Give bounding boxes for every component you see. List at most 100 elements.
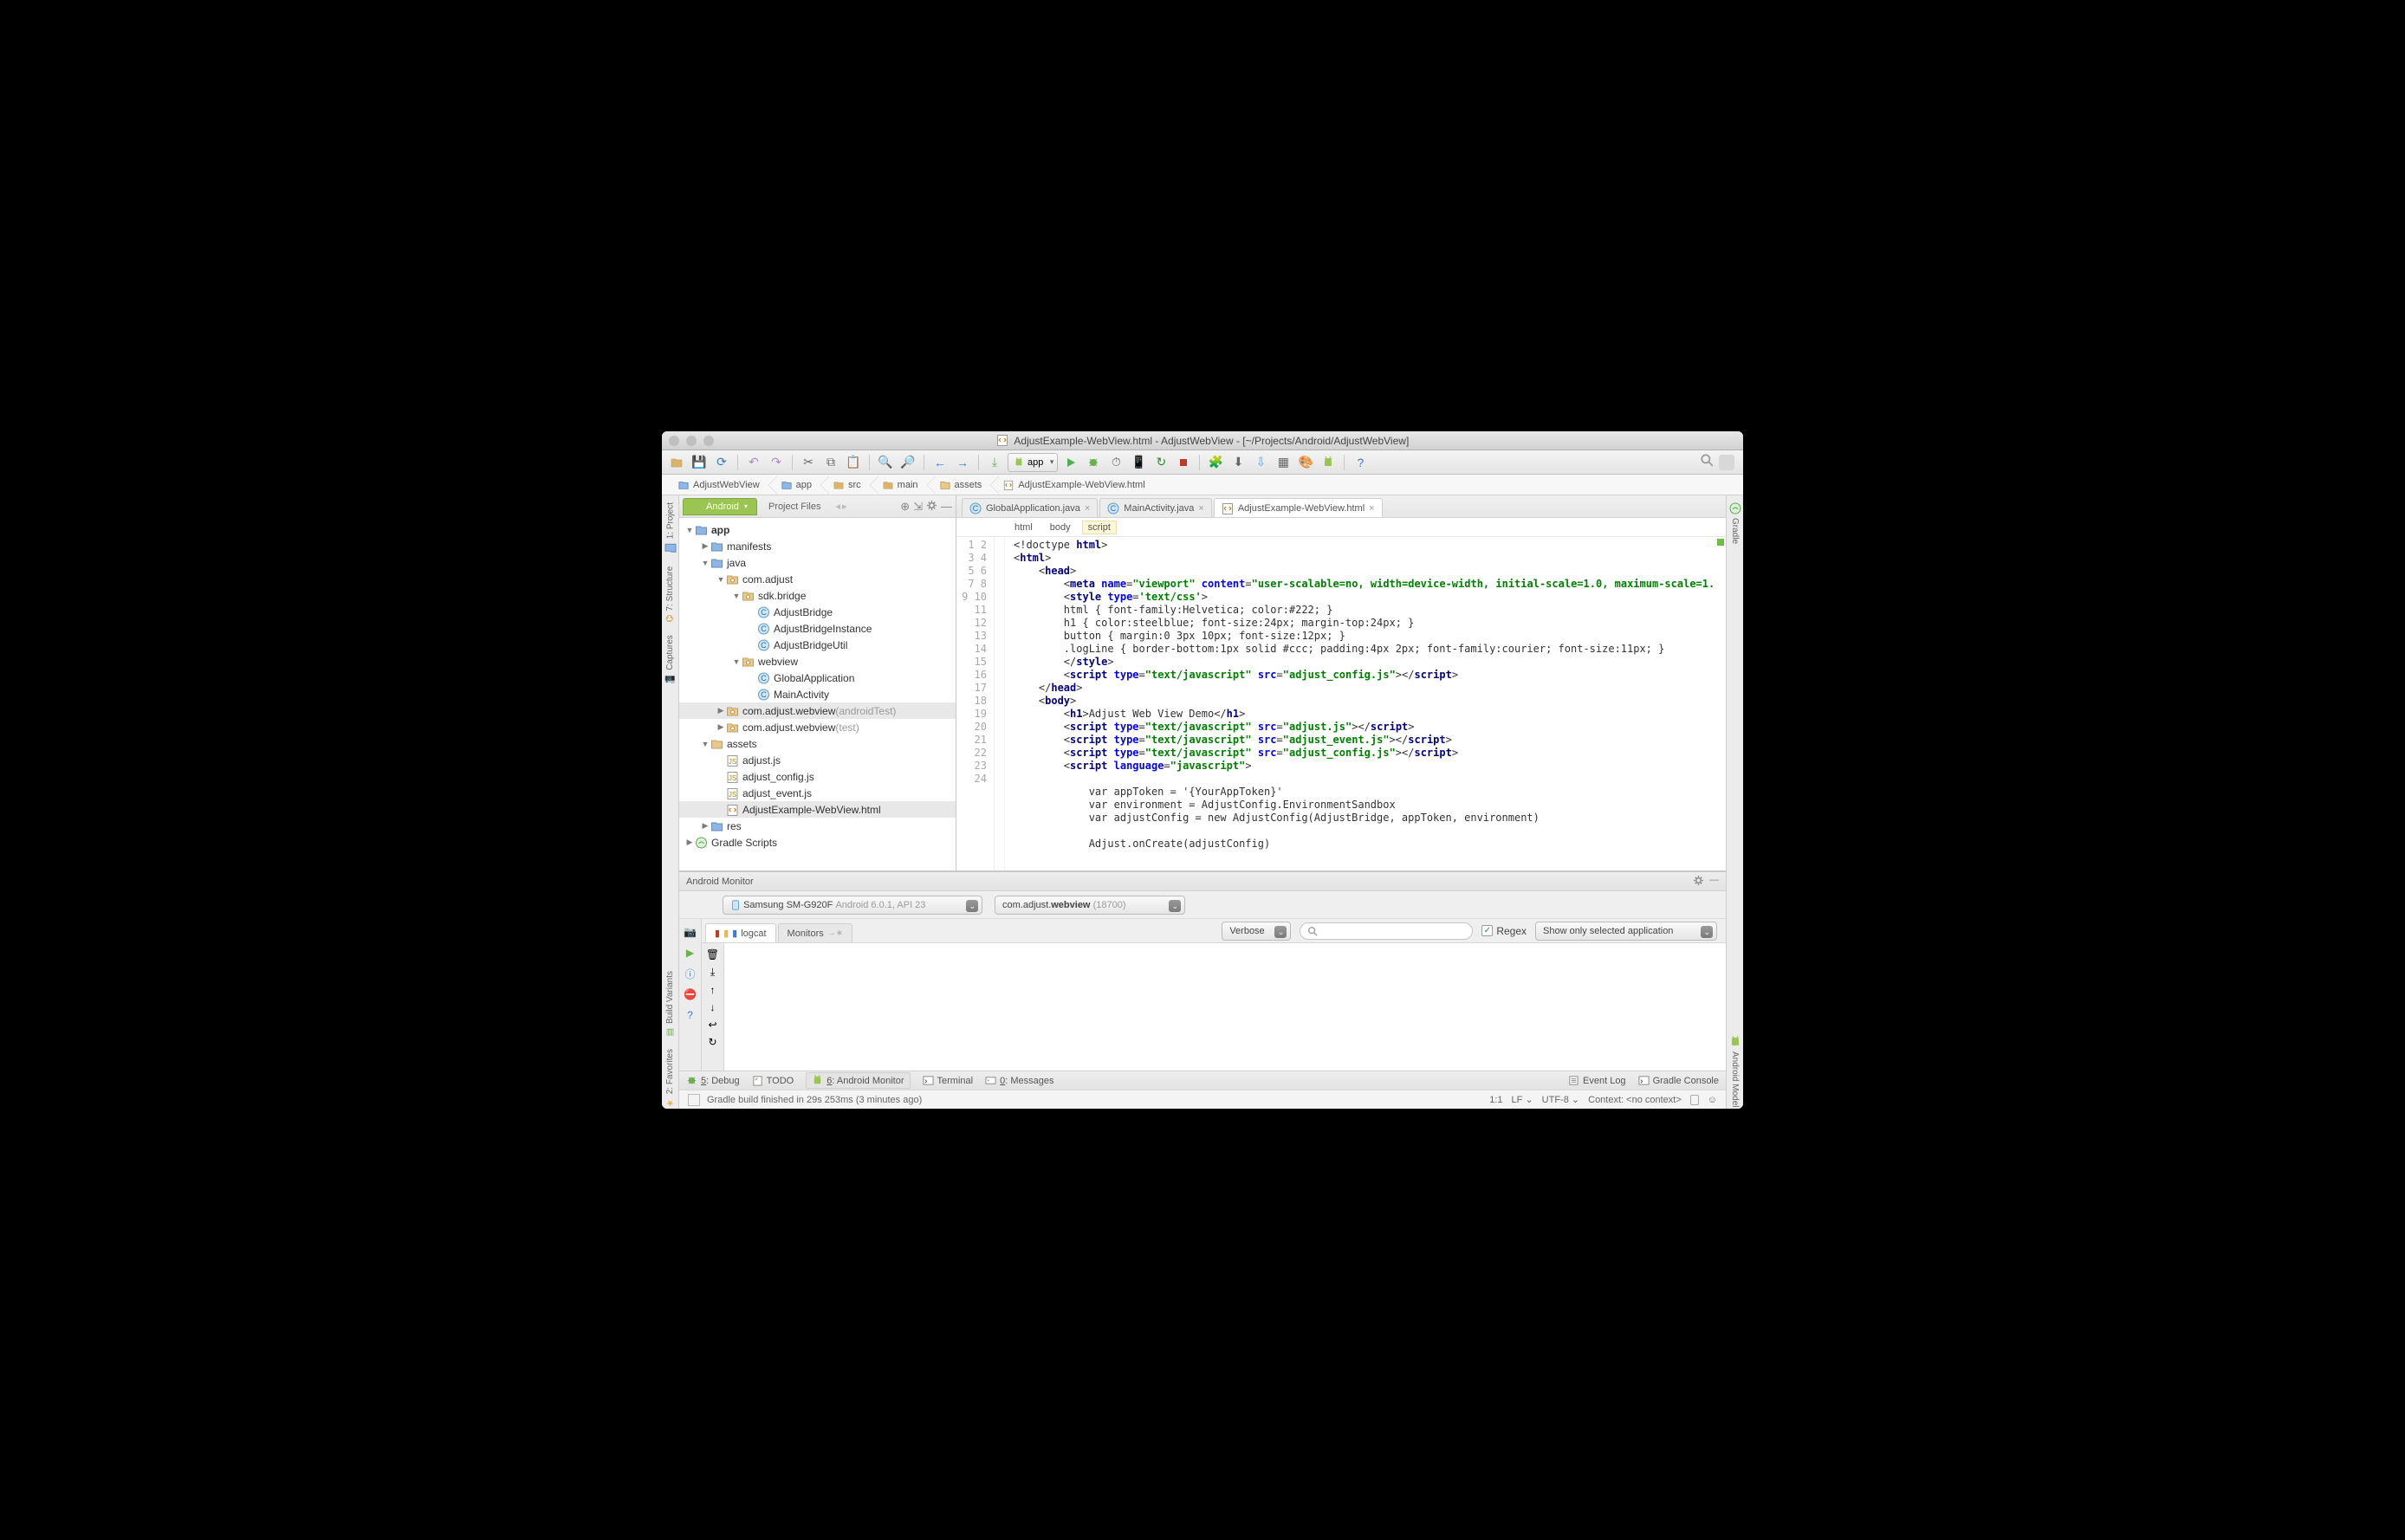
close-tab-icon[interactable]: × [1369, 503, 1374, 514]
tool-gradle-console[interactable]: Gradle Console [1638, 1075, 1719, 1086]
readonly-lock-icon[interactable] [1690, 1095, 1699, 1105]
tree-node[interactable]: ▼com.adjust [679, 571, 956, 587]
theme-button[interactable]: 🎨 [1296, 453, 1315, 472]
tree-node[interactable]: AdjustExample-WebView.html [679, 801, 956, 818]
structure-breadcrumb[interactable]: html [1008, 521, 1039, 534]
breadcrumb-item[interactable]: src [820, 476, 870, 494]
tool-structure[interactable]: ⌬7: Structure [665, 565, 675, 624]
tree-node[interactable]: ▶manifests [679, 538, 956, 554]
save-button[interactable]: 💾 [690, 453, 709, 472]
error-stripe[interactable] [1715, 537, 1726, 870]
find-button[interactable]: 🔍 [876, 453, 895, 472]
tab-scroll-left-icon[interactable]: ◂ [835, 501, 840, 512]
system-info-button[interactable]: ⓘ [683, 966, 698, 981]
back-button[interactable]: ← [930, 453, 950, 472]
tree-node[interactable]: ▶com.adjust.webview (androidTest) [679, 702, 956, 719]
android-button[interactable] [1319, 453, 1338, 472]
caret-position[interactable]: 1:1 [1489, 1095, 1502, 1105]
tree-node[interactable]: ▼app [679, 521, 956, 538]
tree-node[interactable]: ▶res [679, 818, 956, 834]
tool-project[interactable]: 1: Project [664, 501, 677, 556]
run-button[interactable] [1061, 453, 1080, 472]
record-button[interactable]: ▶ [683, 945, 698, 961]
paste-button[interactable]: 📋 [844, 453, 863, 472]
monitor-settings-icon[interactable] [1693, 875, 1704, 889]
breadcrumb-item[interactable]: main [870, 476, 927, 494]
tree-node[interactable]: ▼webview [679, 653, 956, 670]
tool-android-model[interactable]: Android Model [1729, 1034, 1741, 1109]
search-everywhere-icon[interactable] [1700, 453, 1714, 471]
terminate-button[interactable]: ⛔ [683, 987, 698, 1002]
log-level-dropdown[interactable]: Verbose⌄ [1222, 922, 1291, 941]
open-button[interactable] [667, 453, 686, 472]
coverage-button[interactable]: ↻ [1151, 453, 1170, 472]
tool-android-monitor[interactable]: 6: Android Monitor [806, 1072, 910, 1089]
ddms-button[interactable]: ⇩ [1251, 453, 1270, 472]
restart-button[interactable]: ↻ [708, 1036, 716, 1048]
breadcrumb-item[interactable]: assets [927, 476, 991, 494]
scroll-end-button[interactable]: ⤓ [710, 966, 715, 979]
tree-node[interactable]: adjust_event.js [679, 785, 956, 801]
tool-build-variants[interactable]: ▥Build Variants [665, 969, 675, 1039]
copy-button[interactable]: ⧉ [821, 453, 840, 472]
tree-node[interactable]: AdjustBridge [679, 604, 956, 620]
profile-button[interactable]: ⏱ [1106, 453, 1125, 472]
tree-node[interactable]: GlobalApplication [679, 670, 956, 686]
file-encoding[interactable]: UTF-8 ⌄ [1542, 1094, 1579, 1105]
project-tab-files[interactable]: Project Files [759, 498, 831, 515]
device-dropdown[interactable]: Samsung SM-G920F Android 6.0.1, API 23 ⌄ [723, 896, 982, 915]
breadcrumb-item[interactable]: AdjustExample-WebView.html [990, 476, 1153, 494]
debug-button[interactable] [1084, 453, 1103, 472]
make-button[interactable]: ⤓ [985, 453, 1004, 472]
context-label[interactable]: Context: <no context> [1588, 1095, 1682, 1105]
editor-tab[interactable]: MainActivity.java× [1099, 498, 1212, 517]
log-filter-dropdown[interactable]: Show only selected application⌄ [1535, 922, 1717, 941]
tree-node[interactable]: ▼assets [679, 735, 956, 752]
fold-column[interactable] [995, 537, 1005, 870]
status-toggle-icon[interactable] [688, 1094, 700, 1106]
tool-todo[interactable]: TODO [752, 1075, 794, 1086]
tree-node[interactable]: adjust.js [679, 752, 956, 768]
avd-button[interactable]: 🧩 [1206, 453, 1225, 472]
sdk-button[interactable]: ⬇ [1228, 453, 1248, 472]
logcat-tab[interactable]: ▮▮▮ logcat [705, 923, 776, 942]
structure-breadcrumb[interactable]: script [1082, 521, 1117, 534]
project-tab-android[interactable]: Android▾ [683, 498, 757, 515]
log-search-field[interactable] [1318, 926, 1465, 936]
process-dropdown[interactable]: com.adjust.webview (18700) ⌄ [995, 896, 1185, 915]
attach-button[interactable]: 📱 [1129, 453, 1148, 472]
structure-breadcrumb[interactable]: body [1044, 521, 1077, 534]
project-tree[interactable]: ▼app▶manifests▼java▼com.adjust▼sdk.bridg… [679, 518, 956, 870]
editor-tab[interactable]: GlobalApplication.java× [962, 498, 1098, 517]
monitors-tab[interactable]: Monitors →∗ [778, 923, 853, 942]
close-tab-icon[interactable]: × [1198, 503, 1203, 514]
sync-button[interactable]: ⟳ [712, 453, 731, 472]
tree-node[interactable]: ▶com.adjust.webview (test) [679, 719, 956, 735]
tool-gradle[interactable]: Gradle [1729, 501, 1741, 546]
tool-favorites[interactable]: ★2: Favorites [665, 1047, 675, 1109]
line-separator[interactable]: LF ⌄ [1512, 1094, 1533, 1105]
help-button[interactable]: ? [683, 1007, 698, 1023]
collapse-all-icon[interactable]: ⇲ [913, 500, 923, 514]
tree-node[interactable]: ▼sdk.bridge [679, 587, 956, 604]
tree-node[interactable]: AdjustBridgeInstance [679, 620, 956, 637]
tree-node[interactable]: adjust_config.js [679, 768, 956, 785]
breadcrumb-item[interactable]: app [768, 476, 820, 494]
wrap-button[interactable]: ↩ [708, 1019, 716, 1031]
breadcrumb-item[interactable]: AdjustWebView [665, 476, 768, 494]
code-area[interactable]: 1 2 3 4 5 6 7 8 9 10 11 12 13 14 15 16 1… [956, 537, 1726, 870]
help-button[interactable]: ? [1351, 453, 1370, 472]
forward-button[interactable]: → [953, 453, 972, 472]
tree-node[interactable]: ▼java [679, 554, 956, 571]
tree-node[interactable]: ▶Gradle Scripts [679, 834, 956, 851]
screenshot-button[interactable]: 📷 [683, 924, 698, 940]
tool-messages[interactable]: 0: Messages [985, 1075, 1053, 1086]
hide-icon[interactable]: — [941, 500, 952, 514]
settings-icon[interactable] [926, 500, 937, 514]
up-button[interactable]: ↑ [710, 984, 716, 996]
layout-button[interactable]: ▦ [1274, 453, 1293, 472]
tree-node[interactable]: AdjustBridgeUtil [679, 637, 956, 653]
stop-button[interactable] [1174, 453, 1193, 472]
tool-captures[interactable]: 📷Captures [665, 633, 675, 686]
tree-node[interactable]: MainActivity [679, 686, 956, 702]
